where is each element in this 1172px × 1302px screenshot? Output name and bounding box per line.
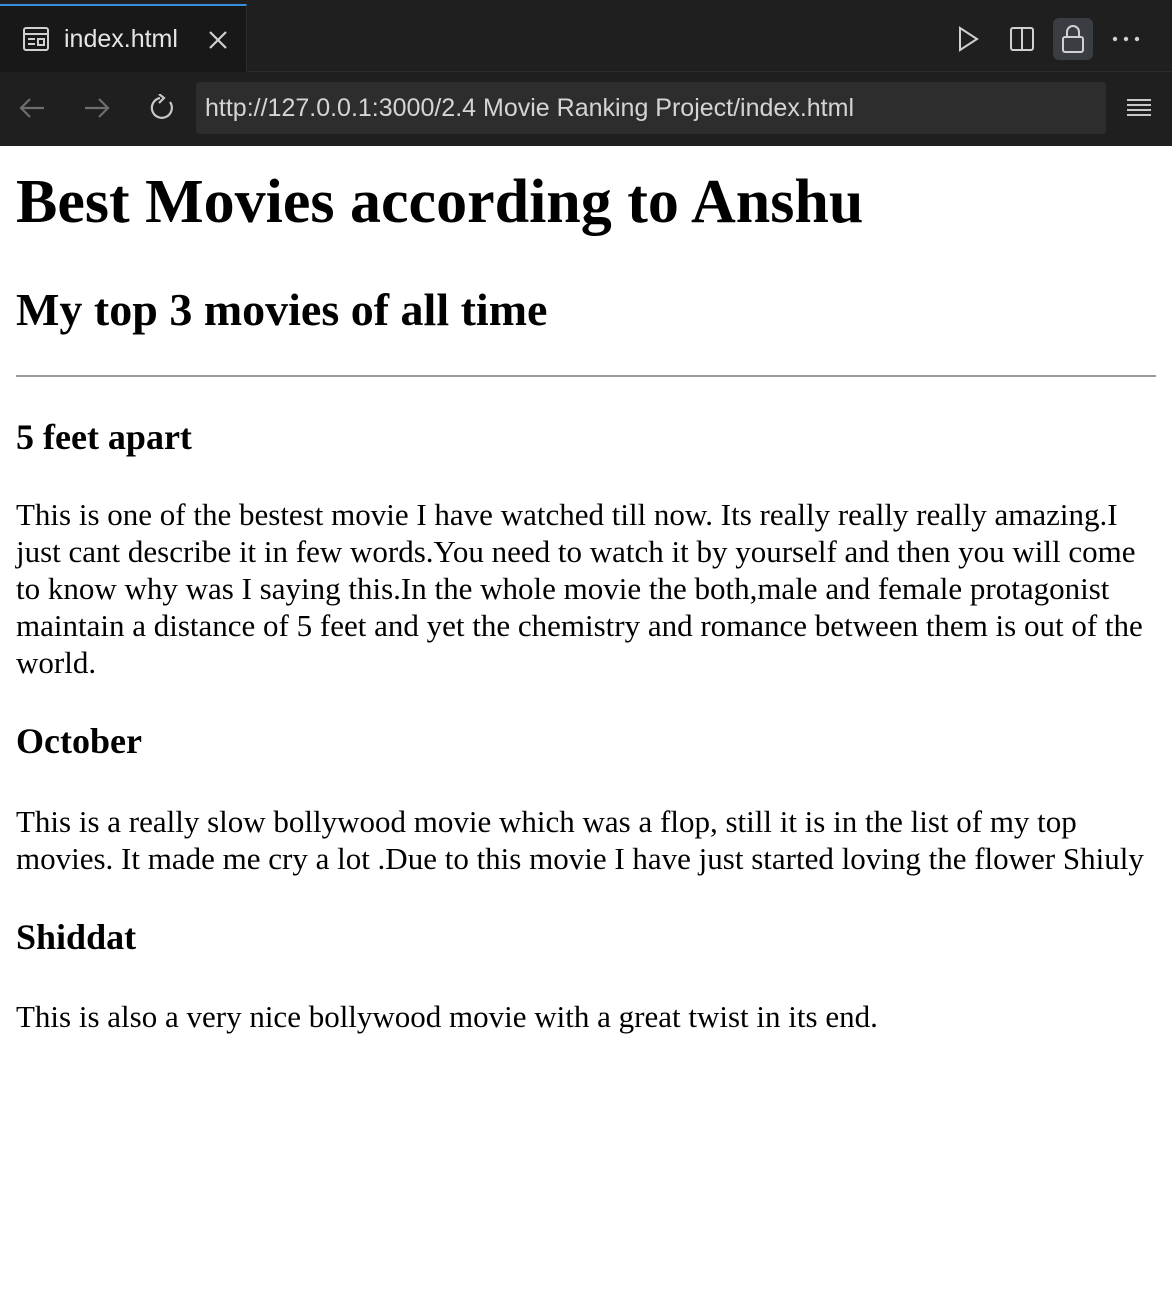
page-subtitle: My top 3 movies of all time bbox=[16, 284, 548, 336]
divider bbox=[16, 375, 1156, 378]
play-icon[interactable] bbox=[948, 18, 988, 60]
split-editor-icon[interactable] bbox=[1002, 18, 1042, 60]
movie-description: This is one of the bestest movie I have … bbox=[16, 497, 1143, 681]
page-title: Best Movies according to Anshu bbox=[16, 168, 864, 236]
tab-label: index.html bbox=[64, 24, 178, 53]
address-bar: http://127.0.0.1:3000/2.4 Movie Ranking … bbox=[0, 72, 1172, 146]
back-arrow-icon[interactable] bbox=[12, 88, 52, 128]
movie-description: This is also a very nice bollywood movie… bbox=[16, 999, 878, 1035]
movie-title: Shiddat bbox=[16, 916, 137, 957]
page-content: Best Movies according to Anshu My top 3 … bbox=[16, 146, 1156, 1035]
url-input[interactable]: http://127.0.0.1:3000/2.4 Movie Ranking … bbox=[196, 82, 1106, 134]
movie-description: This is a really slow bollywood movie wh… bbox=[16, 803, 1144, 876]
browser-preview-icon bbox=[22, 25, 50, 53]
tab-bar: index.html bbox=[0, 0, 1172, 72]
tab-index-html[interactable]: index.html bbox=[0, 4, 247, 72]
more-icon[interactable] bbox=[1106, 18, 1146, 60]
forward-arrow-icon[interactable] bbox=[77, 88, 117, 128]
lock-icon[interactable] bbox=[1053, 18, 1093, 60]
menu-icon[interactable] bbox=[1119, 88, 1159, 128]
movie-title: 5 feet apart bbox=[16, 417, 192, 458]
movie-title: October bbox=[16, 721, 142, 762]
close-icon[interactable] bbox=[204, 26, 232, 54]
reload-icon[interactable] bbox=[142, 88, 182, 128]
